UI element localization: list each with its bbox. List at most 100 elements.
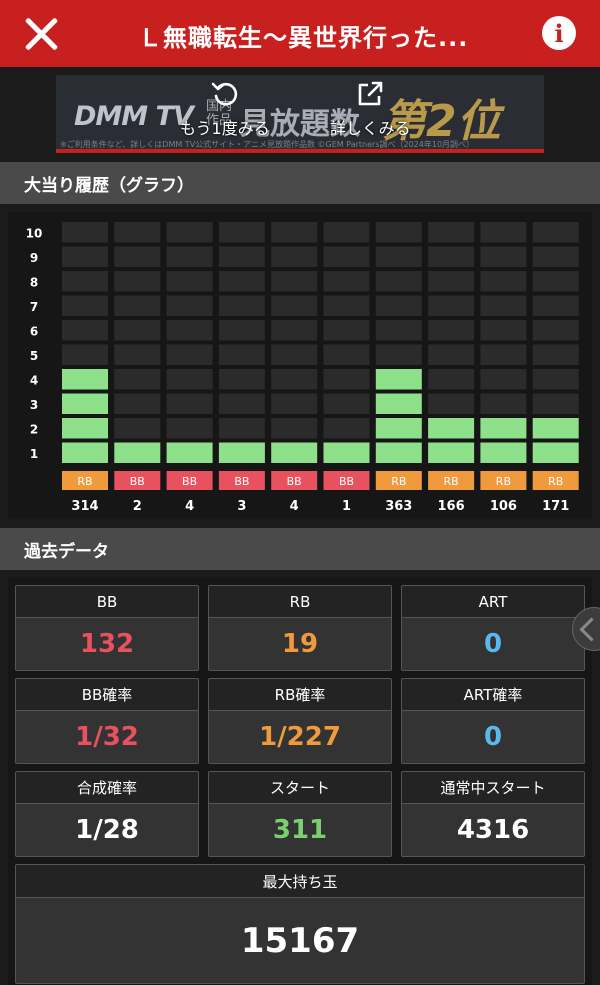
rb-count-label: RB [209,586,391,618]
start-value: 311 [272,815,328,845]
y-tick-label: 10 [26,226,43,240]
empty-cell [166,369,213,390]
empty-cell [532,393,579,414]
art-rate-label: ART確率 [402,679,584,711]
empty-cell [532,369,579,390]
history-chart: 1 2 3 4 5 6 7 8 9 10 RB 314 BB 2 BB 4 BB 3 BB 4 BB 1 RB 363 RB 16… [8,212,592,518]
details-button[interactable]: 詳しくみる [330,79,411,139]
start-card: スタート 311 [208,771,392,857]
empty-cell [62,271,108,292]
bar-segment [62,418,108,439]
empty-cell [323,393,370,414]
empty-cell [166,222,213,243]
y-tick-label: 7 [30,300,38,314]
empty-cell [114,295,161,316]
bar-segment [62,393,108,414]
y-tick-label: 1 [30,447,38,461]
bonus-type-label: RB [391,475,406,488]
bonus-type-label: BB [339,475,354,488]
bonus-type-label: BB [182,475,197,488]
ad-area: DMM TV 国内 作品 見放題数 第2位 ※ご利用条件など、詳しくはDMM T… [0,67,600,160]
bar-segment [428,418,475,439]
empty-cell [532,320,579,341]
rb-count-card: RB 19 [208,585,392,671]
empty-cell [428,393,475,414]
bar-segment [62,442,108,463]
rb-rate-label: RB確率 [209,679,391,711]
empty-cell [323,418,370,439]
bar-segment [62,369,108,390]
spin-count-label: 3 [237,499,246,514]
ad-logo: DMM TV [74,101,194,132]
empty-cell [323,271,370,292]
rb-rate-value: 1/227 [259,722,341,752]
max-balls-label: 最大持ち玉 [16,865,584,898]
combined-rate-card: 合成確率 1/28 [15,771,199,857]
spin-count-label: 1 [342,499,351,514]
page-title: Ｌ無職転生～異世界行った... [138,24,469,52]
empty-cell [428,295,475,316]
replay-button[interactable]: もう1度みる [180,79,270,139]
graph-section-title: 大当り履歴（グラフ） [24,175,194,196]
bar-segment [428,442,475,463]
empty-cell [323,295,370,316]
info-icon[interactable]: i [542,16,576,50]
empty-cell [114,320,161,341]
empty-cell [323,369,370,390]
y-tick-label: 6 [30,324,38,338]
empty-cell [428,271,475,292]
bar-segment [480,418,527,439]
combined-rate-label: 合成確率 [16,772,198,804]
empty-cell [375,320,422,341]
empty-cell [271,295,318,316]
empty-cell [271,222,318,243]
bar-segment [532,442,579,463]
close-icon[interactable] [22,15,60,53]
empty-cell [114,344,161,365]
empty-cell [480,271,527,292]
bar-segment [480,442,527,463]
ad-banner[interactable]: DMM TV 国内 作品 見放題数 第2位 ※ご利用条件など、詳しくはDMM T… [56,75,544,153]
y-tick-label: 4 [30,373,38,387]
normal-start-card: 通常中スタート 4316 [401,771,585,857]
empty-cell [166,271,213,292]
start-label: スタート [209,772,391,804]
art-rate-card: ART確率 0 [401,678,585,764]
empty-cell [218,271,265,292]
past-data-grid: BB 132 RB 19 ART 0 BB確率 1/32 RB確率 1/227 … [8,578,592,985]
bb-rate-label: BB確率 [16,679,198,711]
empty-cell [218,222,265,243]
empty-cell [114,246,161,267]
bar-segment [375,369,422,390]
y-tick-label: 9 [30,251,38,265]
y-tick-label: 5 [30,349,38,363]
bonus-type-label: RB [496,475,511,488]
empty-cell [428,369,475,390]
empty-cell [323,222,370,243]
empty-cell [218,344,265,365]
empty-cell [114,418,161,439]
empty-cell [323,344,370,365]
empty-cell [375,246,422,267]
empty-cell [532,246,579,267]
empty-cell [271,369,318,390]
empty-cell [114,222,161,243]
empty-cell [375,344,422,365]
bb-count-card: BB 132 [15,585,199,671]
bar-segment [218,442,265,463]
empty-cell [532,271,579,292]
spin-count-label: 314 [71,499,98,514]
y-tick-label: 8 [30,275,38,289]
max-balls-card: 最大持ち玉 15167 [15,864,585,984]
bonus-type-label: BB [234,475,249,488]
empty-cell [62,344,108,365]
past-data-section-header: 過去データ [0,528,600,570]
empty-cell [218,393,265,414]
bb-rate-value: 1/32 [75,722,139,752]
empty-cell [271,320,318,341]
empty-cell [166,295,213,316]
y-tick-label: 3 [30,398,38,412]
empty-cell [428,320,475,341]
empty-cell [480,320,527,341]
bar-segment [375,442,422,463]
